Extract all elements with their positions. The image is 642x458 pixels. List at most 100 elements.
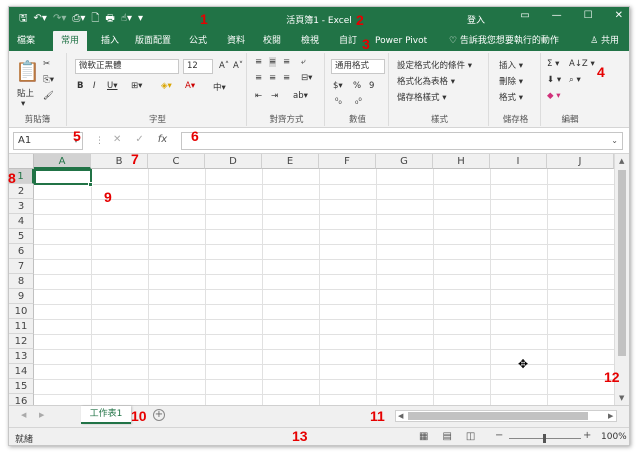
column-header-i[interactable]: I <box>490 154 547 169</box>
formula-bar-splitter[interactable]: ⋮ <box>95 136 104 146</box>
tab-custom[interactable]: 自訂 <box>339 31 357 51</box>
row-header-14[interactable]: 14 <box>9 364 34 379</box>
column-header-d[interactable]: D <box>205 154 262 169</box>
paste-dropdown-icon[interactable]: ▾ <box>21 99 25 109</box>
scroll-up-icon[interactable]: ▲ <box>619 157 624 165</box>
align-bottom-icon[interactable]: ≡ <box>283 57 290 67</box>
column-header-h[interactable]: H <box>433 154 490 169</box>
fill-icon[interactable]: ⬇ ▾ <box>547 75 561 85</box>
tab-home[interactable]: 常用 <box>53 31 88 51</box>
fill-color-icon[interactable]: ◈▾ <box>161 81 172 91</box>
format-as-table-button[interactable]: 格式化為表格 ▾ <box>397 75 455 87</box>
sort-filter-icon[interactable]: A↓Z ▾ <box>569 59 595 69</box>
delete-cells-button[interactable]: 刪除 ▾ <box>499 75 523 87</box>
tab-view[interactable]: 檢視 <box>301 31 319 51</box>
fill-handle[interactable] <box>88 182 93 187</box>
cut-icon[interactable]: ✂ <box>43 59 50 69</box>
vertical-scroll-thumb[interactable] <box>618 170 626 356</box>
tab-review[interactable]: 校閱 <box>263 31 281 51</box>
ribbon-options-icon[interactable]: ▭ <box>520 10 529 21</box>
decrease-indent-icon[interactable]: ⇤ <box>255 91 262 101</box>
align-left-icon[interactable]: ≡ <box>255 73 262 83</box>
grow-font-icon[interactable]: A˄ <box>219 61 229 71</box>
increase-decimal-icon[interactable]: ⁰₀ <box>335 97 342 107</box>
row-header-9[interactable]: 9 <box>9 289 34 304</box>
prev-sheet-icon[interactable]: ◀ <box>21 411 26 419</box>
align-right-icon[interactable]: ≡ <box>283 73 290 83</box>
cancel-icon[interactable]: ✕ <box>113 134 121 145</box>
scroll-down-icon[interactable]: ▼ <box>619 394 624 402</box>
formula-input[interactable]: ⌄ <box>181 132 623 150</box>
tell-me-search[interactable]: ♡ 告訴我您想要執行的動作 <box>449 31 559 51</box>
column-header-f[interactable]: F <box>319 154 376 169</box>
zoom-slider-thumb[interactable] <box>543 434 546 443</box>
percent-icon[interactable]: % <box>353 81 361 91</box>
row-header-8[interactable]: 8 <box>9 274 34 289</box>
column-header-c[interactable]: C <box>148 154 205 169</box>
phonetic-icon[interactable]: 中▾ <box>213 81 226 93</box>
row-header-16[interactable]: 16 <box>9 394 34 405</box>
align-center-icon[interactable]: ≡ <box>269 73 276 83</box>
row-header-6[interactable]: 6 <box>9 244 34 259</box>
comma-icon[interactable]: 9 <box>369 81 374 91</box>
paste-icon[interactable]: 📋 <box>15 59 40 83</box>
horizontal-scroll-thumb[interactable] <box>408 412 588 420</box>
copy-icon[interactable]: ⎘▾ <box>43 75 54 85</box>
expand-formula-bar-icon[interactable]: ⌄ <box>611 136 618 145</box>
conditional-format-button[interactable]: 設定格式化的條件 ▾ <box>397 59 472 71</box>
column-header-e[interactable]: E <box>262 154 319 169</box>
font-size-select[interactable]: 12 <box>183 59 213 74</box>
tab-file[interactable]: 檔案 <box>17 31 35 51</box>
minimize-icon[interactable]: — <box>552 10 562 21</box>
format-cells-button[interactable]: 格式 ▾ <box>499 91 523 103</box>
border-icon[interactable]: ⊞▾ <box>131 81 142 91</box>
align-middle-icon[interactable]: ≡ <box>269 57 277 67</box>
find-select-icon[interactable]: ⌕ ▾ <box>569 75 581 85</box>
enter-icon[interactable]: ✓ <box>135 134 143 145</box>
active-cell[interactable] <box>34 169 92 185</box>
add-sheet-icon[interactable]: + <box>153 409 165 421</box>
worksheet-grid[interactable]: A B C D E F G H I J 1 2 3 4 5 6 7 8 9 10… <box>9 154 629 405</box>
cell-styles-button[interactable]: 儲存格樣式 ▾ <box>397 91 446 103</box>
merge-center-icon[interactable]: ⊟▾ <box>301 73 312 83</box>
scroll-left-icon[interactable]: ◀ <box>398 412 403 420</box>
italic-button[interactable]: I <box>93 81 96 91</box>
row-header-15[interactable]: 15 <box>9 379 34 394</box>
underline-button[interactable]: U▾ <box>107 81 118 91</box>
tab-data[interactable]: 資料 <box>227 31 245 51</box>
currency-icon[interactable]: $▾ <box>333 81 343 91</box>
tab-power-pivot[interactable]: Power Pivot <box>375 31 427 51</box>
sheet-tab-1[interactable]: 工作表1 <box>81 406 131 424</box>
row-header-4[interactable]: 4 <box>9 214 34 229</box>
shrink-font-icon[interactable]: A˅ <box>233 61 243 71</box>
insert-cells-button[interactable]: 插入 ▾ <box>499 59 523 71</box>
zoom-in-icon[interactable]: + <box>583 430 591 441</box>
tab-insert[interactable]: 插入 <box>101 31 119 51</box>
column-header-a[interactable]: A <box>34 154 91 169</box>
insert-function-icon[interactable]: fx <box>158 134 167 145</box>
row-header-7[interactable]: 7 <box>9 259 34 274</box>
number-format-select[interactable]: 通用格式 <box>331 59 385 74</box>
font-name-select[interactable]: 微軟正黑體 <box>75 59 179 74</box>
row-header-11[interactable]: 11 <box>9 319 34 334</box>
clear-icon[interactable]: ◆ ▾ <box>547 91 561 101</box>
row-header-13[interactable]: 13 <box>9 349 34 364</box>
decrease-decimal-icon[interactable]: ₀⁰ <box>355 97 362 107</box>
sign-in-link[interactable]: 登入 <box>467 13 485 26</box>
vertical-scrollbar[interactable]: ▲ ▼ <box>614 154 629 405</box>
maximize-icon[interactable]: ☐ <box>584 10 593 21</box>
zoom-level[interactable]: 100% <box>601 432 627 442</box>
format-painter-icon[interactable]: 🖌 <box>43 91 54 101</box>
column-header-g[interactable]: G <box>376 154 433 169</box>
bold-button[interactable]: B <box>77 81 83 91</box>
row-header-5[interactable]: 5 <box>9 229 34 244</box>
align-top-icon[interactable]: ≡ <box>255 57 262 67</box>
zoom-out-icon[interactable]: − <box>495 430 503 441</box>
share-button[interactable]: ♙ 共用 <box>590 31 619 51</box>
scroll-right-icon[interactable]: ▶ <box>608 412 613 420</box>
paste-button[interactable]: 貼上 <box>17 87 34 99</box>
column-header-j[interactable]: J <box>547 154 614 169</box>
row-header-10[interactable]: 10 <box>9 304 34 319</box>
row-header-12[interactable]: 12 <box>9 334 34 349</box>
autosum-icon[interactable]: Σ ▾ <box>547 59 559 69</box>
